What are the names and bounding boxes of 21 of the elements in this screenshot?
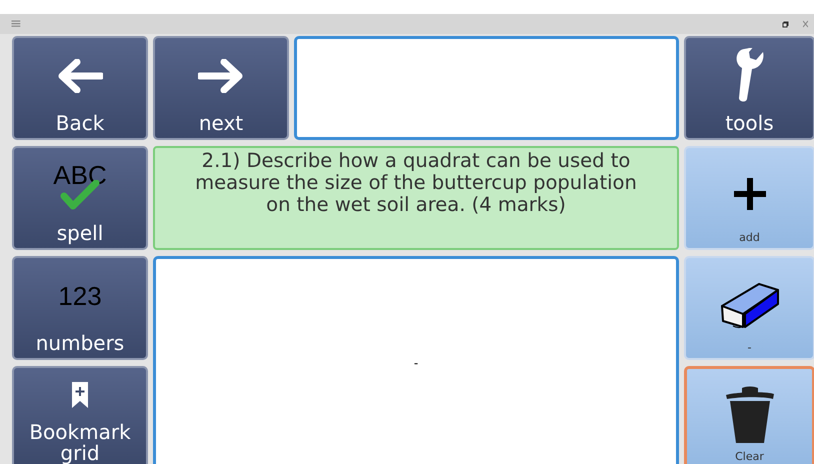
close-icon[interactable] bbox=[803, 20, 808, 28]
erase-button[interactable]: - bbox=[684, 256, 814, 360]
back-button[interactable]: Back bbox=[12, 36, 148, 140]
arrow-left-icon bbox=[57, 58, 103, 92]
clear-button[interactable]: Clear bbox=[684, 366, 814, 464]
tools-button[interactable]: tools bbox=[684, 36, 814, 140]
arrow-right-icon bbox=[198, 58, 244, 92]
numbers-button[interactable]: 123 numbers bbox=[12, 256, 148, 360]
glyph-text: 123 bbox=[58, 282, 102, 308]
plus-icon bbox=[732, 176, 768, 212]
glyph-text: ABC bbox=[53, 162, 107, 188]
answer-field[interactable]: - bbox=[153, 256, 679, 464]
bookmark-plus-icon bbox=[72, 382, 88, 408]
add-button[interactable]: add bbox=[684, 146, 814, 250]
spell-button[interactable]: ABC spell bbox=[12, 146, 148, 250]
message-field[interactable] bbox=[294, 36, 679, 140]
next-button[interactable]: next bbox=[153, 36, 289, 140]
bookmark-button[interactable]: Bookmark grid bbox=[12, 366, 148, 464]
restore-icon[interactable] bbox=[782, 20, 789, 28]
answer-text: - bbox=[414, 356, 418, 370]
question-text: 2.1) Describe how a quadrat can be used to measure the size of the buttercup population on the wet soil area. (4 marks) bbox=[153, 146, 679, 250]
